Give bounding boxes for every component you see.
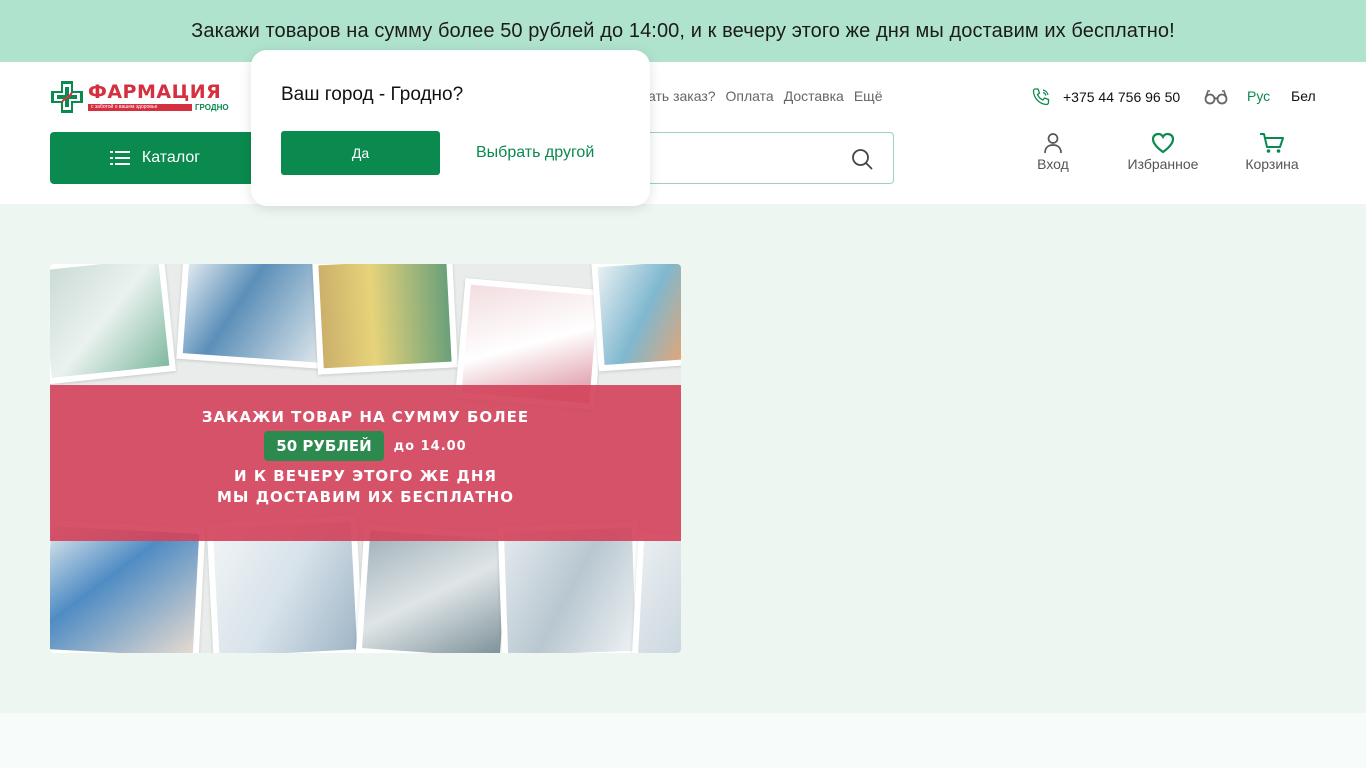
site-logo[interactable]: ФАРМАЦИЯ с заботой о вашем здоровье ГРОД…: [50, 80, 232, 114]
top-nav: ать заказ? Оплата Доставка Ещё: [648, 88, 883, 104]
language-by[interactable]: Бел: [1291, 88, 1316, 104]
favorites-button[interactable]: Избранное: [1122, 132, 1204, 172]
banner-red-band: ЗАКАЖИ ТОВАР НА СУММУ БОЛЕЕ 50 РУБЛЕЙ до…: [50, 385, 681, 541]
promo-text: Закажи товаров на сумму более 50 рублей …: [191, 19, 1175, 42]
banner-line-3: И К ВЕЧЕРУ ЭТОГО ЖЕ ДНЯ: [234, 467, 497, 485]
city-confirm-yes-button[interactable]: Да: [281, 131, 440, 175]
catalog-label: Каталог: [141, 149, 201, 166]
cart-icon: [1260, 133, 1284, 153]
banner-line-4: МЫ ДОСТАВИМ ИХ БЕСПЛАТНО: [217, 488, 514, 506]
banner-photo: [591, 264, 681, 372]
nav-link-order[interactable]: ать заказ?: [648, 88, 716, 104]
promo-topbar: Закажи товаров на сумму более 50 рублей …: [0, 0, 1366, 62]
cart-label: Корзина: [1245, 156, 1299, 172]
banner-badge: 50 РУБЛЕЙ: [264, 431, 384, 461]
banner-photo: [631, 532, 681, 653]
nav-link-payment[interactable]: Оплата: [726, 88, 774, 104]
city-popup-title: Ваш город - Гродно?: [281, 84, 464, 105]
cart-button[interactable]: Корзина: [1240, 132, 1304, 172]
main-content: ЗАКАЖИ ТОВАР НА СУММУ БОЛЕЕ 50 РУБЛЕЙ до…: [0, 204, 1366, 713]
nav-link-more[interactable]: Ещё: [854, 88, 883, 104]
banner-time: до 14.00: [393, 438, 467, 454]
logo-city: ГРОДНО: [195, 103, 229, 112]
banner-photo: [355, 523, 515, 653]
banner-photo: [312, 264, 458, 375]
banner-line-1: ЗАКАЖИ ТОВАР НА СУММУ БОЛЕЕ: [201, 408, 530, 426]
pharmacy-cross-icon: [50, 80, 84, 114]
search-icon[interactable]: [851, 148, 873, 170]
logo-tagline: с заботой о вашем здоровье: [88, 104, 192, 111]
search-input[interactable]: [619, 141, 839, 175]
banner-photo: [50, 264, 176, 385]
heart-icon: [1151, 132, 1175, 154]
promo-banner[interactable]: ЗАКАЖИ ТОВАР НА СУММУ БОЛЕЕ 50 РУБЛЕЙ до…: [50, 264, 681, 653]
menu-list-icon: [109, 151, 130, 165]
phone-link[interactable]: +375 44 756 96 50: [1031, 87, 1180, 107]
search-box: [610, 132, 894, 184]
phone-icon: [1032, 88, 1050, 106]
logo-name: ФАРМАЦИЯ: [88, 81, 222, 103]
favorites-label: Избранное: [1127, 156, 1199, 172]
footer-area: [0, 713, 1366, 768]
nav-link-delivery[interactable]: Доставка: [784, 88, 844, 104]
city-confirm-popup: Ваш город - Гродно? Да Выбрать другой: [251, 50, 650, 206]
phone-number: +375 44 756 96 50: [1063, 89, 1181, 105]
city-choose-other-link[interactable]: Выбрать другой: [476, 144, 594, 162]
banner-photo: [497, 521, 643, 653]
login-button[interactable]: Вход: [1030, 132, 1076, 172]
banner-photo: [176, 264, 334, 370]
user-icon: [1044, 133, 1062, 154]
login-label: Вход: [1037, 156, 1069, 172]
language-ru[interactable]: Рус: [1247, 88, 1270, 104]
accessibility-glasses-icon[interactable]: [1204, 88, 1228, 111]
site-header: ФАРМАЦИЯ с заботой о вашем здоровье ГРОД…: [0, 62, 1366, 204]
catalog-button[interactable]: Каталог: [50, 132, 260, 184]
